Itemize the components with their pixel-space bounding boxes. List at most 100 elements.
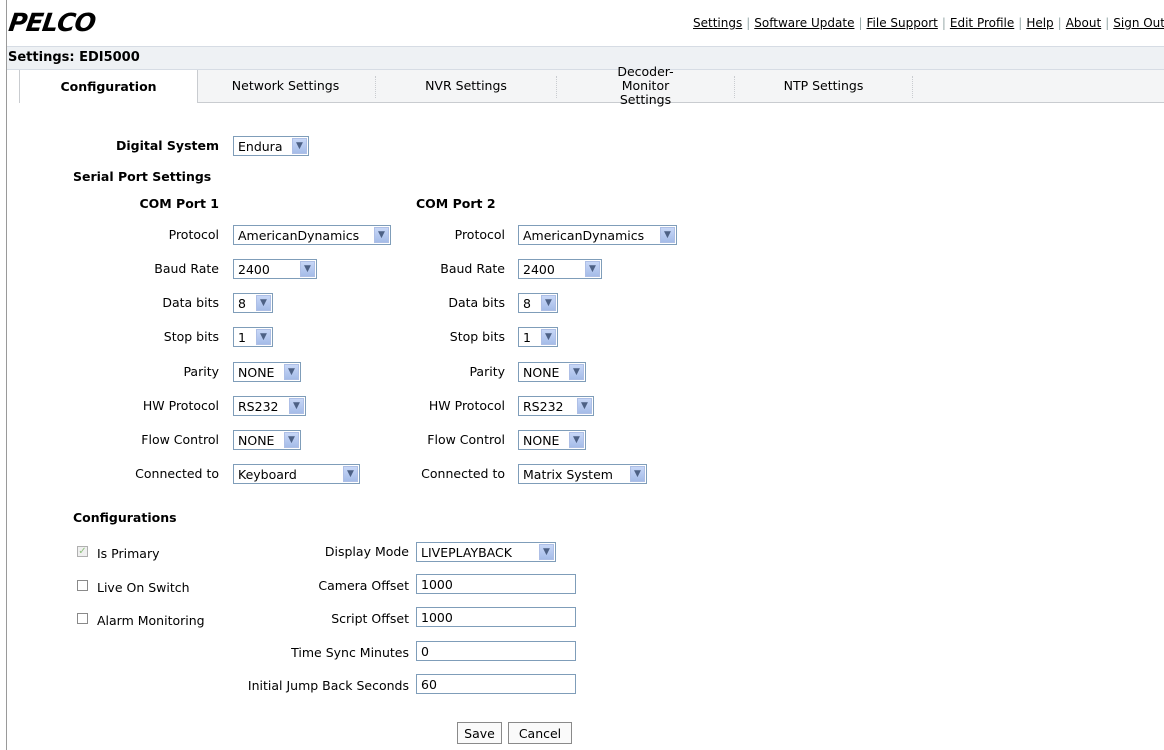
link-software-update[interactable]: Software Update: [754, 16, 854, 30]
chevron-down-icon: ▼: [343, 466, 358, 482]
com2-connected-value: Matrix System: [523, 467, 613, 482]
com-port-1-title: COM Port 1: [139, 196, 219, 211]
chevron-down-icon: ▼: [541, 295, 556, 311]
com1-databits-select[interactable]: 8 ▼: [233, 293, 273, 313]
com1-flow-value: NONE: [238, 433, 275, 448]
camera-offset-label: Camera Offset: [318, 578, 409, 593]
com1-stopbits-value: 1: [238, 330, 246, 345]
display-mode-select[interactable]: LIVEPLAYBACK ▼: [416, 542, 556, 562]
live-on-switch-checkbox[interactable]: [77, 580, 88, 591]
top-links: Settings | Software Update | File Support | Ed…: [693, 16, 1164, 30]
com1-flow-label: Flow Control: [141, 432, 219, 447]
is-primary-label: Is Primary: [97, 546, 160, 561]
com2-parity-value: NONE: [523, 365, 560, 380]
chevron-down-icon: ▼: [569, 364, 584, 380]
com2-connected-select[interactable]: Matrix System ▼: [518, 464, 647, 484]
com1-stopbits-select[interactable]: 1 ▼: [233, 327, 273, 347]
page-title-bar: Settings: EDI5000: [7, 47, 1164, 70]
com2-hwprotocol-select[interactable]: RS232 ▼: [518, 396, 594, 416]
pelco-logo: PELCO: [6, 8, 97, 37]
chevron-down-icon: ▼: [256, 295, 271, 311]
digital-system-label: Digital System: [115, 138, 219, 153]
link-file-support[interactable]: File Support: [867, 16, 938, 30]
com2-stopbits-value: 1: [523, 330, 531, 345]
chevron-down-icon: ▼: [585, 261, 600, 277]
tab-decoder-monitor-settings[interactable]: Decoder-Monitor Settings: [557, 65, 734, 107]
jump-back-label: Initial Jump Back Seconds: [247, 678, 409, 693]
script-offset-input[interactable]: 1000: [416, 607, 576, 627]
cancel-button[interactable]: Cancel: [508, 722, 572, 744]
link-edit-profile[interactable]: Edit Profile: [950, 16, 1014, 30]
com1-connected-select[interactable]: Keyboard ▼: [233, 464, 360, 484]
alarm-monitoring-checkbox[interactable]: [77, 613, 88, 624]
save-button[interactable]: Save: [457, 722, 502, 744]
camera-offset-input[interactable]: 1000: [416, 574, 576, 594]
com1-databits-value: 8: [238, 296, 246, 311]
is-primary-checkbox[interactable]: ✓: [77, 546, 88, 557]
com2-stopbits-select[interactable]: 1 ▼: [518, 327, 558, 347]
com1-protocol-select[interactable]: AmericanDynamics ▼: [233, 225, 391, 245]
link-about[interactable]: About: [1066, 16, 1101, 30]
com2-hwprotocol-label: HW Protocol: [428, 398, 505, 413]
com2-databits-value: 8: [523, 296, 531, 311]
com2-databits-select[interactable]: 8 ▼: [518, 293, 558, 313]
com2-flow-select[interactable]: NONE ▼: [518, 430, 586, 450]
chevron-down-icon: ▼: [541, 329, 556, 345]
link-settings[interactable]: Settings: [693, 16, 742, 30]
com2-stopbits-label: Stop bits: [449, 329, 505, 344]
time-sync-input[interactable]: 0: [416, 641, 576, 661]
com1-parity-select[interactable]: NONE ▼: [233, 362, 301, 382]
tab-network-settings[interactable]: Network Settings: [197, 70, 374, 102]
com1-hwprotocol-select[interactable]: RS232 ▼: [233, 396, 306, 416]
chevron-down-icon: ▼: [284, 432, 299, 448]
com1-parity-label: Parity: [183, 364, 219, 379]
app-frame: PELCO Settings | Software Update | File Supp…: [6, 0, 1164, 750]
top-bar: PELCO Settings | Software Update | File Supp…: [7, 0, 1164, 47]
com1-databits-label: Data bits: [162, 295, 219, 310]
link-sign-out[interactable]: Sign Out: [1113, 16, 1164, 30]
chevron-down-icon: ▼: [569, 432, 584, 448]
com2-flow-label: Flow Control: [427, 432, 505, 447]
chevron-down-icon: ▼: [539, 544, 554, 560]
configurations-heading: Configurations: [73, 510, 177, 525]
com1-connected-label: Connected to: [135, 466, 219, 481]
com2-parity-select[interactable]: NONE ▼: [518, 362, 586, 382]
digital-system-value: Endura: [238, 139, 283, 154]
com1-baud-select[interactable]: 2400 ▼: [233, 259, 317, 279]
live-on-switch-label: Live On Switch: [97, 580, 190, 595]
script-offset-label: Script Offset: [331, 611, 409, 626]
com1-hwprotocol-label: HW Protocol: [142, 398, 219, 413]
display-mode-value: LIVEPLAYBACK: [421, 545, 512, 560]
tab-bar: Configuration Network Settings NVR Setti…: [19, 65, 1164, 107]
com-port-2-title: COM Port 2: [416, 196, 496, 211]
chevron-down-icon: ▼: [284, 364, 299, 380]
tab-configuration[interactable]: Configuration: [19, 70, 198, 103]
chevron-down-icon: ▼: [256, 329, 271, 345]
chevron-down-icon: ▼: [300, 261, 315, 277]
alarm-monitoring-label: Alarm Monitoring: [97, 613, 205, 628]
com2-baud-label: Baud Rate: [440, 261, 505, 276]
chevron-down-icon: ▼: [660, 227, 675, 243]
chevron-down-icon: ▼: [577, 398, 592, 414]
time-sync-label: Time Sync Minutes: [291, 645, 409, 660]
tab-ntp-settings[interactable]: NTP Settings: [735, 70, 912, 102]
tab-divider: [912, 76, 913, 98]
com1-baud-label: Baud Rate: [154, 261, 219, 276]
jump-back-input[interactable]: 60: [416, 674, 576, 694]
com1-flow-select[interactable]: NONE ▼: [233, 430, 301, 450]
digital-system-select[interactable]: Endura ▼: [233, 136, 309, 156]
com2-hwprotocol-value: RS232: [523, 399, 564, 414]
link-help[interactable]: Help: [1026, 16, 1053, 30]
com1-parity-value: NONE: [238, 365, 275, 380]
com1-hwprotocol-value: RS232: [238, 399, 279, 414]
page-title: Settings: EDI5000: [8, 50, 140, 65]
chevron-down-icon: ▼: [289, 398, 304, 414]
com2-protocol-label: Protocol: [454, 227, 505, 242]
com1-protocol-label: Protocol: [168, 227, 219, 242]
chevron-down-icon: ▼: [630, 466, 645, 482]
com2-protocol-select[interactable]: AmericanDynamics ▼: [518, 225, 677, 245]
com2-baud-select[interactable]: 2400 ▼: [518, 259, 602, 279]
com1-connected-value: Keyboard: [238, 467, 297, 482]
tab-nvr-settings[interactable]: NVR Settings: [376, 70, 556, 102]
chevron-down-icon: ▼: [292, 138, 307, 154]
